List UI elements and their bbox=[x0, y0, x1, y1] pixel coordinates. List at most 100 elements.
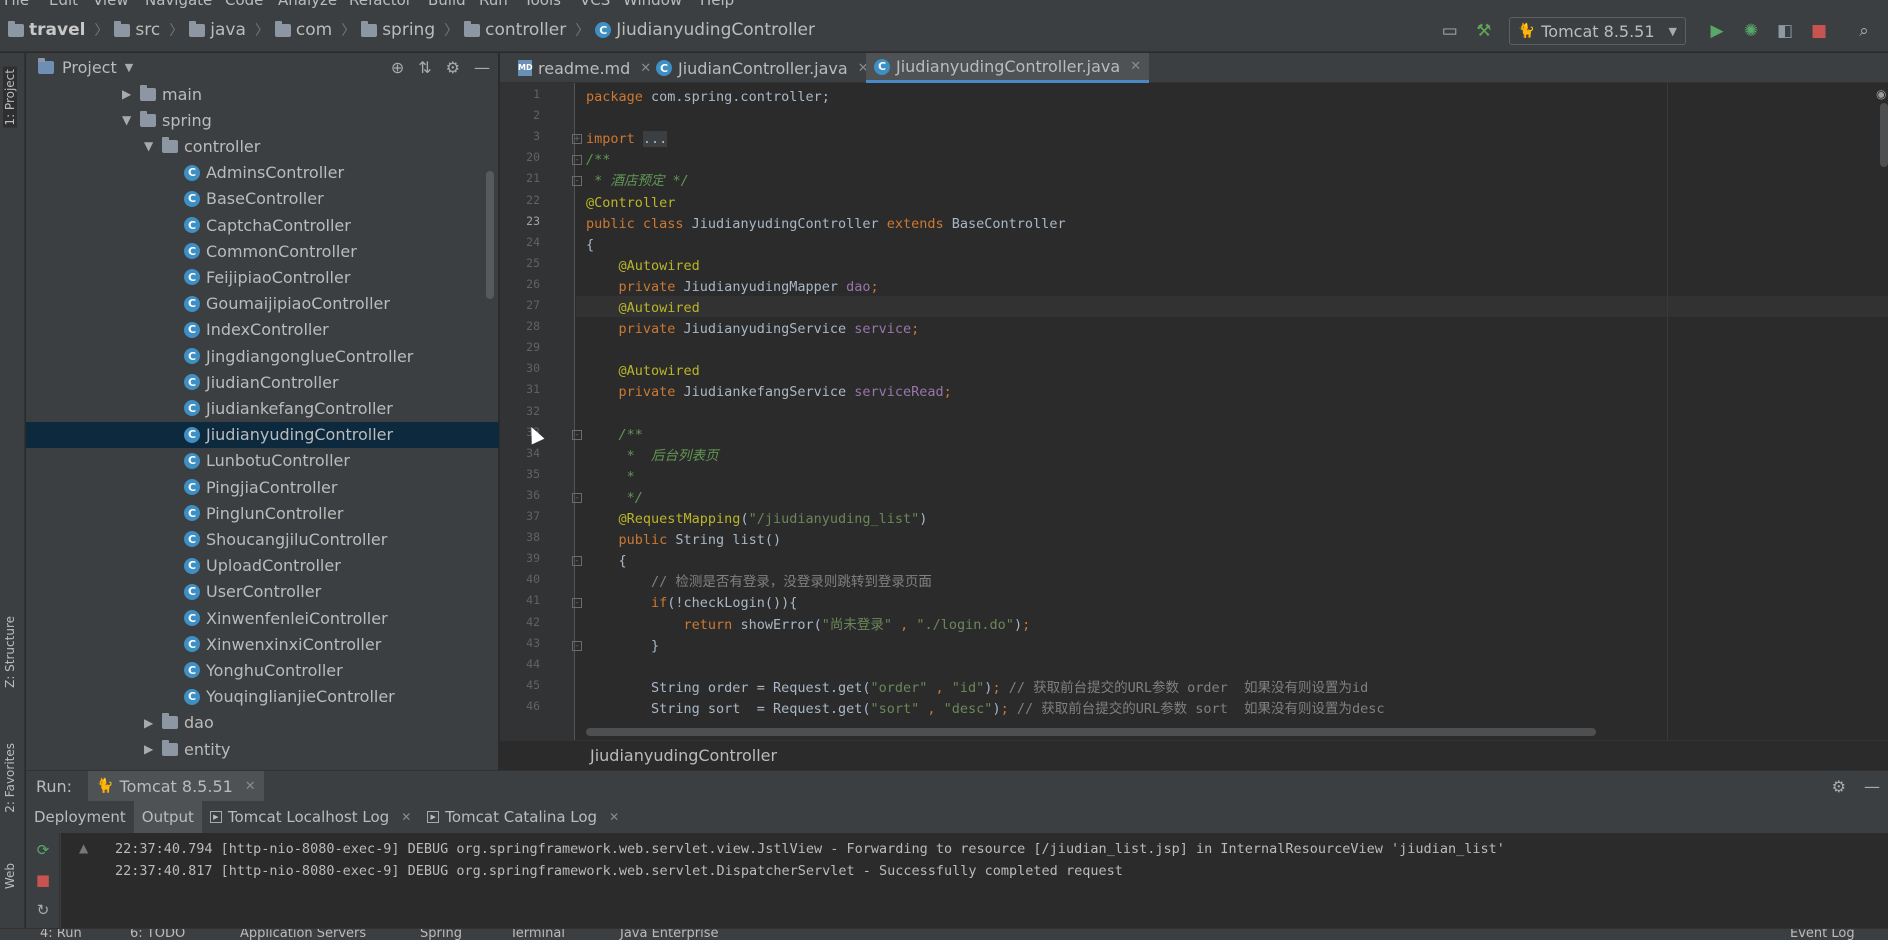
close-icon[interactable]: ✕ bbox=[609, 810, 619, 824]
hide-panel-icon[interactable]: — bbox=[474, 58, 490, 77]
code-line[interactable]: /** bbox=[586, 150, 1888, 171]
coverage-icon[interactable]: ◧ bbox=[1771, 17, 1799, 45]
breadcrumb-item[interactable]: spring 〉 bbox=[361, 20, 458, 40]
menu-item[interactable]: View bbox=[93, 0, 129, 9]
code-line[interactable]: @Autowired bbox=[586, 298, 1888, 319]
debug-icon[interactable]: ✺ bbox=[1737, 17, 1765, 45]
breadcrumb-item[interactable]: src 〉 bbox=[114, 20, 183, 40]
run-subtab[interactable]: Deployment bbox=[26, 801, 134, 833]
tree-file[interactable]: C XinwenfenleiController bbox=[26, 605, 499, 631]
menu-item[interactable]: Build bbox=[428, 0, 466, 9]
stop-icon[interactable]: ■ bbox=[34, 871, 52, 889]
run-subtab[interactable]: Output bbox=[133, 801, 202, 833]
fold-marker-icon[interactable]: - bbox=[572, 598, 582, 609]
editor-breadcrumb[interactable]: JiudianyudingController bbox=[500, 740, 1888, 770]
code-line[interactable]: private JiudiankefangService serviceRead… bbox=[586, 382, 1888, 403]
scroll-up-icon[interactable]: ▲ bbox=[79, 841, 88, 855]
tree-file[interactable]: C BaseController bbox=[26, 186, 499, 212]
project-tool-button[interactable]: 1: Project bbox=[3, 67, 17, 128]
chevron-right-icon[interactable]: ▶ bbox=[122, 87, 136, 101]
project-structure-icon[interactable]: ▭ bbox=[1436, 17, 1464, 45]
code-line[interactable] bbox=[586, 657, 1888, 678]
code-line[interactable]: * bbox=[586, 467, 1888, 488]
search-icon[interactable]: ⌕ bbox=[1850, 17, 1878, 45]
bottom-tool-button[interactable]: 6: TODO bbox=[130, 929, 185, 940]
favorites-tool-button[interactable]: 2: Favorites bbox=[3, 743, 17, 813]
code-line[interactable]: @Autowired bbox=[586, 361, 1888, 382]
chevron-right-icon[interactable]: ▶ bbox=[144, 716, 158, 730]
tree-file[interactable]: C ShoucangjiluController bbox=[26, 526, 499, 552]
code-line[interactable]: @RequestMapping("/jiudianyuding_list") bbox=[586, 509, 1888, 530]
menu-item[interactable]: Navigate bbox=[145, 0, 212, 9]
bottom-tool-button[interactable]: Terminal bbox=[510, 929, 565, 940]
code-line[interactable]: @Controller bbox=[586, 193, 1888, 214]
editor-vertical-scrollbar[interactable] bbox=[1880, 103, 1888, 167]
breadcrumb-item[interactable]: controller 〉 bbox=[464, 20, 589, 40]
tree-file[interactable]: C PingjiaController bbox=[26, 474, 499, 500]
code-line[interactable] bbox=[586, 108, 1888, 129]
hide-panel-icon[interactable]: — bbox=[1864, 777, 1880, 796]
run-tab-tomcat[interactable]: 🐈 Tomcat 8.5.51 ✕ bbox=[88, 771, 264, 801]
fold-marker-icon[interactable]: - bbox=[572, 155, 582, 166]
tree-folder[interactable]: ▼ spring bbox=[26, 107, 499, 133]
close-icon[interactable]: ✕ bbox=[245, 779, 256, 794]
code-line[interactable]: String order = Request.get("order" , "id… bbox=[586, 678, 1888, 699]
tree-file[interactable]: C IndexController bbox=[26, 317, 499, 343]
tree-folder[interactable]: ▼ controller bbox=[26, 133, 499, 159]
code-line[interactable]: public class JiudianyudingController ext… bbox=[586, 214, 1888, 235]
code-line[interactable]: private JiudianyudingService service; bbox=[586, 319, 1888, 340]
editor-tab[interactable]: C JiudianController.java ✕ bbox=[648, 53, 877, 83]
code-line[interactable]: package com.spring.controller; bbox=[586, 87, 1888, 108]
tree-file[interactable]: C JiudianyudingController bbox=[26, 421, 499, 448]
project-tree-scrollbar[interactable] bbox=[486, 171, 494, 299]
menu-item[interactable]: Edit bbox=[49, 0, 78, 9]
tree-file[interactable]: C GoumaijipiaoController bbox=[26, 291, 499, 317]
editor-tab[interactable]: MD readme.md ✕ bbox=[510, 53, 659, 83]
code-line[interactable]: } bbox=[586, 636, 1888, 657]
update-icon[interactable]: ↻ bbox=[34, 901, 52, 919]
bottom-tool-button[interactable]: 4: Run bbox=[40, 929, 82, 940]
close-icon[interactable]: ✕ bbox=[401, 810, 411, 824]
gear-icon[interactable]: ⚙ bbox=[1832, 777, 1846, 796]
collapse-all-icon[interactable]: ⇅ bbox=[418, 58, 431, 77]
chevron-down-icon[interactable]: ▼ bbox=[125, 61, 133, 74]
rerun-icon[interactable]: ⟳ bbox=[34, 841, 52, 859]
run-configuration-select[interactable]: 🐈 Tomcat 8.5.51 ▼ bbox=[1508, 17, 1686, 45]
menu-item[interactable]: Code bbox=[225, 0, 263, 9]
menu-item[interactable]: Window bbox=[623, 0, 682, 9]
menu-item[interactable]: Tools bbox=[524, 0, 561, 9]
console-output[interactable]: ▲ 22:37:40.794 [http-nio-8080-exec-9] DE… bbox=[61, 833, 1888, 931]
fold-marker-icon[interactable]: + bbox=[572, 134, 582, 145]
tree-file[interactable]: C UserController bbox=[26, 579, 499, 605]
chevron-down-icon[interactable]: ▼ bbox=[144, 139, 158, 153]
code-line[interactable]: * 酒店预定 */ bbox=[586, 171, 1888, 192]
tree-folder[interactable]: ▶ main bbox=[26, 81, 499, 107]
build-hammer-icon[interactable]: ⚒ bbox=[1470, 17, 1498, 45]
fold-marker-icon[interactable]: - bbox=[572, 176, 582, 187]
code-line[interactable]: if(!checkLogin()){ bbox=[586, 593, 1888, 614]
code-line[interactable]: String sort = Request.get("sort" , "desc… bbox=[586, 699, 1888, 720]
tree-file[interactable]: C LunbotuController bbox=[26, 448, 499, 474]
tree-file[interactable]: C JingdiangonglueController bbox=[26, 343, 499, 369]
code-line[interactable] bbox=[586, 340, 1888, 361]
editor-horizontal-scrollbar[interactable] bbox=[586, 728, 1596, 736]
code-line[interactable]: private JiudianyudingMapper dao; bbox=[586, 277, 1888, 298]
project-panel-title[interactable]: Project bbox=[62, 58, 117, 77]
bottom-tool-button[interactable]: Application Servers bbox=[240, 929, 366, 940]
menu-item[interactable]: Help bbox=[700, 0, 734, 9]
breadcrumb-item[interactable]: travel 〉 bbox=[8, 20, 108, 40]
run-subtab[interactable]: ▶ Tomcat Localhost Log ✕ bbox=[202, 801, 419, 833]
stop-icon[interactable]: ■ bbox=[1805, 17, 1833, 45]
fold-marker-icon[interactable]: - bbox=[572, 556, 582, 567]
code-line[interactable]: // 检测是否有登录，没登录则跳转到登录页面 bbox=[586, 572, 1888, 593]
breadcrumb-item[interactable]: C JiudianyudingController bbox=[595, 20, 815, 40]
tree-file[interactable]: C JiudianController bbox=[26, 369, 499, 395]
code-line[interactable]: */ bbox=[586, 488, 1888, 509]
code-line[interactable] bbox=[586, 404, 1888, 425]
tree-file[interactable]: C PinglunController bbox=[26, 500, 499, 526]
run-subtab[interactable]: ▶ Tomcat Catalina Log ✕ bbox=[419, 801, 627, 833]
chevron-down-icon[interactable]: ▼ bbox=[122, 113, 136, 127]
tree-file[interactable]: C UploadController bbox=[26, 553, 499, 579]
menu-item[interactable]: Analyze bbox=[278, 0, 337, 9]
tree-file[interactable]: C FeijipiaoController bbox=[26, 264, 499, 290]
